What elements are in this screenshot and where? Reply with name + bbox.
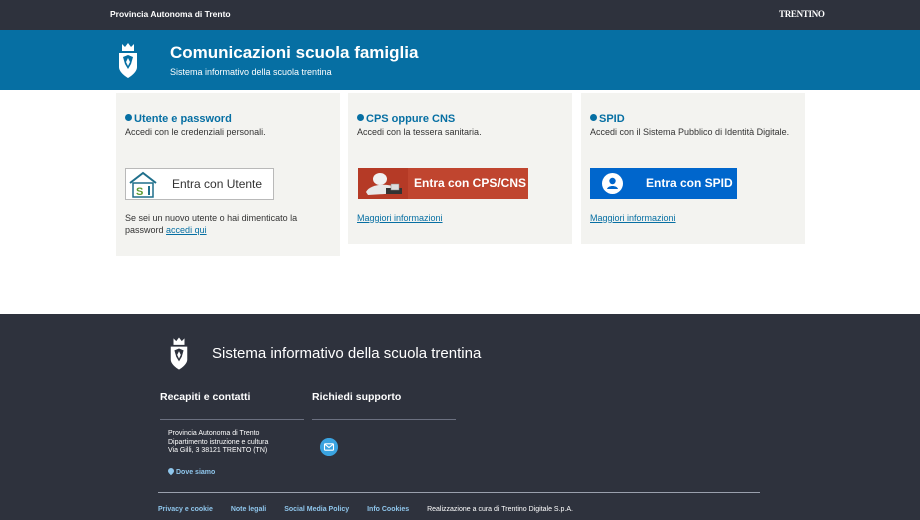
map-pin-icon <box>166 466 176 476</box>
legal-notes-link[interactable]: Note legali <box>231 506 266 513</box>
info-cookies-link[interactable]: Info Cookies <box>367 506 409 513</box>
card-title: SPID <box>590 113 625 125</box>
login-card-spid: SPID Accedi con il Sistema Pubblico di I… <box>581 93 805 244</box>
support-heading: Richiedi supporto <box>312 391 402 403</box>
card-reader-icon <box>358 168 408 199</box>
org-name[interactable]: Provincia Autonoma di Trento <box>110 9 231 19</box>
site-header: Comunicazioni scuola famiglia Sistema in… <box>0 30 920 90</box>
page-subtitle: Sistema informativo della scuola trentin… <box>170 67 332 77</box>
card-description: Accedi con il Sistema Pubblico di Identi… <box>590 127 790 137</box>
where-we-are-link[interactable]: Dove siamo <box>166 466 215 476</box>
social-media-policy-link[interactable]: Social Media Policy <box>284 506 349 513</box>
divider <box>312 419 456 420</box>
trentino-logo[interactable]: TRENTINO <box>779 9 825 19</box>
spid-user-icon <box>602 173 623 194</box>
more-info-link[interactable]: Maggiori informazioni <box>590 213 676 223</box>
privacy-link[interactable]: Privacy e cookie <box>158 506 213 513</box>
crest-icon[interactable] <box>116 42 140 80</box>
crest-icon <box>170 337 188 370</box>
footer-title: Sistema informativo della scuola trentin… <box>212 345 482 362</box>
page-title: Comunicazioni scuola famiglia <box>170 43 419 62</box>
card-title: Utente e password <box>125 113 232 125</box>
site-footer: Sistema informativo della scuola trentin… <box>0 314 920 520</box>
login-user-label: Entra con Utente <box>172 177 263 191</box>
card-description: Accedi con la tessera sanitaria. <box>357 127 482 137</box>
footer-links: Privacy e cookie Note legali Social Medi… <box>158 506 589 513</box>
login-spid-button[interactable]: Entra con SPID <box>590 168 737 199</box>
bullet-icon <box>357 114 364 121</box>
login-card-password: Utente e password Accedi con le credenzi… <box>116 93 340 256</box>
contacts-heading: Recapiti e contatti <box>160 391 251 403</box>
login-card-cps: CPS oppure CNS Accedi con la tessera san… <box>348 93 572 244</box>
login-cps-button[interactable]: Entra con CPS/CNS <box>358 168 528 199</box>
login-spid-label: Entra con SPID <box>646 176 733 190</box>
credit-text: Realizzazione a cura di Trentino Digital… <box>427 506 573 513</box>
card-title: CPS oppure CNS <box>357 113 455 125</box>
bullet-icon <box>590 114 597 121</box>
svg-text:S: S <box>136 186 143 198</box>
card-description: Accedi con le credenziali personali. <box>125 127 266 137</box>
address-block: Provincia Autonoma di Trento Dipartiment… <box>168 430 269 454</box>
top-bar: Provincia Autonoma di Trento TRENTINO <box>0 0 920 30</box>
mail-icon[interactable] <box>320 438 338 456</box>
user-badge-icon: S <box>129 171 157 198</box>
recovery-note: Se sei un nuovo utente o hai dimenticato… <box>125 213 298 235</box>
bullet-icon <box>125 114 132 121</box>
login-user-button[interactable]: S Entra con Utente <box>125 168 274 200</box>
divider <box>160 419 304 420</box>
more-info-link[interactable]: Maggiori informazioni <box>357 213 443 223</box>
recover-password-link[interactable]: accedi qui <box>166 225 207 235</box>
footer-divider <box>158 492 760 493</box>
login-cps-label: Entra con CPS/CNS <box>414 176 527 190</box>
